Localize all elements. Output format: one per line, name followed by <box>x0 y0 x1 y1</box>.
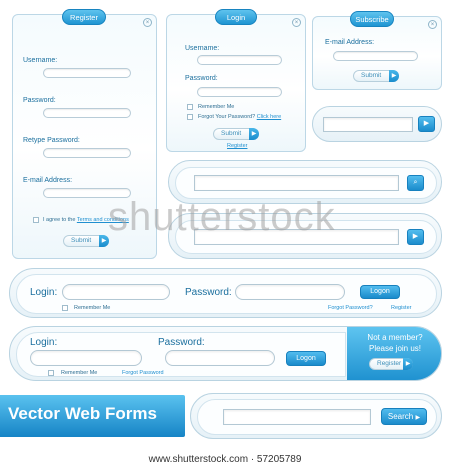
arrow-right-icon: ▶ <box>415 415 421 421</box>
email-label: E-mail Address: <box>23 177 73 184</box>
register-username-field[interactable] <box>43 68 131 78</box>
logon-button[interactable]: Logon <box>360 285 400 299</box>
submit-label: Submit <box>221 130 242 137</box>
close-icon[interactable]: × <box>428 20 437 29</box>
login-username-field[interactable] <box>197 55 282 65</box>
forgot-checkbox[interactable] <box>187 114 193 120</box>
password-field[interactable] <box>165 350 275 366</box>
vector-web-forms-banner: Vector Web Forms <box>0 395 185 437</box>
login-label: Login: <box>30 337 58 348</box>
forgot-text: Forgot Your Password? Click here <box>198 114 281 120</box>
register-link[interactable]: Register <box>391 305 411 311</box>
remember-checkbox[interactable] <box>187 104 193 110</box>
arrow-right-icon: ▶ <box>403 358 413 370</box>
arrow-right-icon: ▶ <box>389 70 399 82</box>
login-form-card: × Username: Password: Remember Me Forgot… <box>166 14 306 152</box>
register-submit-button[interactable]: Submit ▶ <box>63 235 109 247</box>
search-bar-final: Search ▶ <box>190 393 442 439</box>
play-button-small[interactable]: ▶ <box>418 116 435 132</box>
login-submit-button[interactable]: Submit ▶ <box>213 128 259 140</box>
forgot-prefix: Forgot Your Password? <box>198 114 257 120</box>
username-label: Username: <box>23 57 58 64</box>
search-icon: ⌕ <box>413 179 418 186</box>
password-label: Password: <box>158 337 205 348</box>
remember-label: Remember Me <box>74 305 111 311</box>
login-field[interactable] <box>30 350 142 366</box>
agree-prefix: I agree to the <box>43 217 77 223</box>
close-icon[interactable]: × <box>292 18 301 27</box>
search-input-magnifier[interactable] <box>194 175 399 191</box>
close-icon[interactable]: × <box>143 18 152 27</box>
banner-title: Vector Web Forms <box>8 404 157 423</box>
remember-label: Remember Me <box>61 370 98 376</box>
not-member-text: Not a member? <box>367 333 423 342</box>
password-label: Password: <box>185 75 218 82</box>
password-field[interactable] <box>235 284 345 300</box>
submit-label: Submit <box>71 237 92 244</box>
remember-checkbox[interactable] <box>62 305 68 311</box>
search-button[interactable]: Search ▶ <box>381 408 427 425</box>
submit-label: Submit <box>361 72 382 79</box>
remember-label: Remember Me <box>198 104 235 110</box>
forgot-password-link[interactable]: Forgot Password? <box>328 305 373 311</box>
subscribe-submit-button[interactable]: Submit ▶ <box>353 70 399 82</box>
search-input-small[interactable] <box>323 117 413 132</box>
register-retype-password-field[interactable] <box>43 148 131 158</box>
login-bar-member: Login: Password: Logon Remember Me Forgo… <box>9 326 442 381</box>
forgot-password-link[interactable]: Forgot Password <box>122 370 164 376</box>
member-panel: Not a member? Please join us! Register ▶ <box>347 327 441 380</box>
password-label: Password: <box>23 97 56 104</box>
register-password-field[interactable] <box>43 108 131 118</box>
remember-checkbox[interactable] <box>48 370 54 376</box>
login-password-field[interactable] <box>197 87 282 97</box>
subscribe-tab[interactable]: Subscribe <box>350 11 394 27</box>
shutterstock-watermark: shutterstock <box>108 195 336 239</box>
agree-checkbox[interactable] <box>33 217 39 223</box>
search-label: Search <box>387 412 414 421</box>
username-label: Username: <box>185 45 220 52</box>
password-label: Password: <box>185 287 232 298</box>
search-input[interactable] <box>223 409 371 425</box>
register-link[interactable]: Register <box>227 143 247 149</box>
register-label: Register <box>377 360 402 367</box>
logon-button[interactable]: Logon <box>286 351 326 366</box>
login-tab[interactable]: Login <box>215 9 257 25</box>
join-text: Please join us! <box>368 344 422 353</box>
login-field[interactable] <box>62 284 170 300</box>
login-label: Login: <box>30 287 58 298</box>
play-icon: ▶ <box>412 233 419 240</box>
arrow-right-icon: ▶ <box>249 128 259 140</box>
footer-credit: www.shutterstock.com · 57205789 <box>0 454 450 470</box>
magnifier-button[interactable]: ⌕ <box>407 175 424 191</box>
subscribe-email-field[interactable] <box>333 51 418 61</box>
play-icon: ▶ <box>423 120 430 127</box>
register-tab[interactable]: Register <box>62 9 106 25</box>
search-bar-small: ▶ <box>312 106 442 142</box>
retype-password-label: Retype Password: <box>23 137 80 144</box>
email-label: E-mail Address: <box>325 39 375 46</box>
member-register-button[interactable]: Register ▶ <box>369 358 413 370</box>
click-here-link[interactable]: Click here <box>257 114 281 120</box>
login-bar: Login: Password: Logon Remember Me Forgo… <box>9 268 442 318</box>
play-button[interactable]: ▶ <box>407 229 424 245</box>
